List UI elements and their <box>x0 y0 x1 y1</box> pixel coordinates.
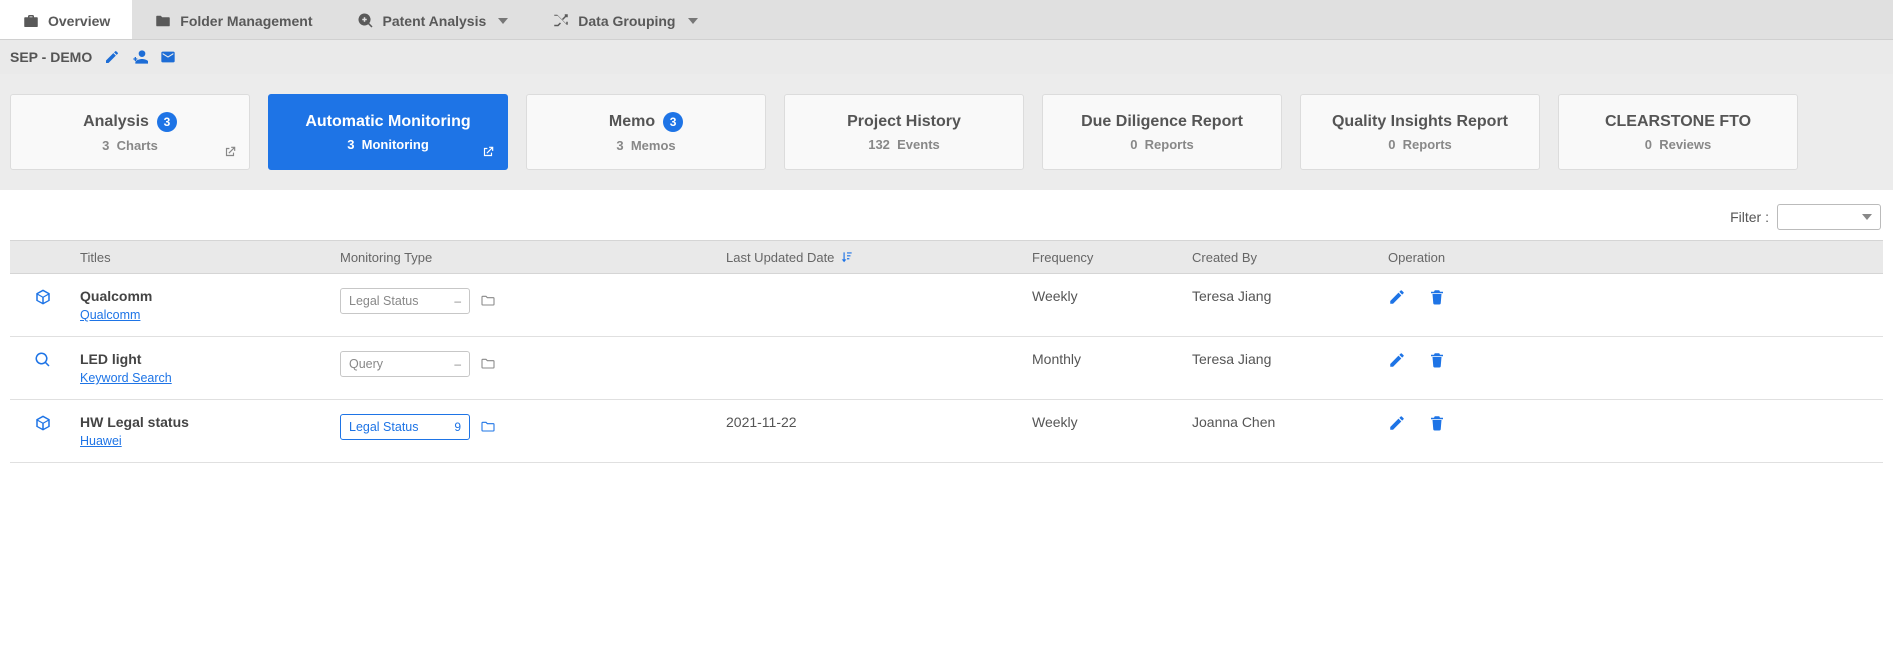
table-row: HW Legal status Huawei Legal Status 9 2021-1… <box>10 400 1883 463</box>
chip-count: – <box>454 294 461 308</box>
th-titles[interactable]: Titles <box>70 250 330 265</box>
row-by: Teresa Jiang <box>1182 288 1378 304</box>
briefcase-icon <box>22 12 40 30</box>
nav-tab-patent[interactable]: Patent Analysis <box>335 2 531 39</box>
mail-icon[interactable] <box>160 49 176 65</box>
monitoring-type-chip[interactable]: Query – <box>340 351 470 377</box>
folder-icon[interactable] <box>480 293 496 309</box>
card-subtitle: 3 Memos <box>616 138 675 153</box>
chip-label: Legal Status <box>349 420 419 434</box>
filter-label: Filter : <box>1730 209 1769 225</box>
card-subtitle: 3 Charts <box>102 138 158 153</box>
monitoring-type-chip[interactable]: Legal Status – <box>340 288 470 314</box>
filter-select[interactable] <box>1777 204 1881 230</box>
table-body: QualcommQualcommLegal Status–WeeklyTeres… <box>10 274 1883 463</box>
card-subtitle: 0 Reports <box>1130 137 1194 152</box>
nav-tab-label: Overview <box>48 13 110 29</box>
edit-icon[interactable] <box>1388 288 1406 306</box>
card-analysis[interactable]: Analysis3 3 Charts <box>10 94 250 170</box>
pencil-icon[interactable] <box>104 49 120 65</box>
card-title: Project History <box>847 113 961 131</box>
trash-icon[interactable] <box>1428 288 1446 306</box>
row-by: Teresa Jiang <box>1182 351 1378 367</box>
nav-tab-folder[interactable]: Folder Management <box>132 2 334 39</box>
th-type[interactable]: Monitoring Type <box>330 250 716 265</box>
card-memo[interactable]: Memo3 3 Memos <box>526 94 766 170</box>
th-by[interactable]: Created By <box>1182 250 1378 265</box>
add-user-icon[interactable] <box>132 49 148 65</box>
card-title: Memo3 <box>609 112 683 132</box>
card-title: CLEARSTONE FTO <box>1605 113 1751 131</box>
sort-desc-icon <box>840 250 854 264</box>
monitoring-table: Titles Monitoring Type Last Updated Date… <box>10 240 1883 463</box>
card-title: Analysis3 <box>83 112 177 132</box>
magnify-plus-icon <box>357 12 375 30</box>
nav-tab-label: Folder Management <box>180 13 312 29</box>
th-op: Operation <box>1378 250 1883 265</box>
th-date-label: Last Updated Date <box>726 250 834 265</box>
cube-icon <box>34 288 52 306</box>
count-badge: 3 <box>663 112 683 132</box>
folder-icon[interactable] <box>480 356 496 372</box>
card-row: Analysis3 3 Charts Automatic Monitoring 3 M… <box>10 94 1883 170</box>
external-link-icon[interactable] <box>481 145 495 159</box>
row-sublink[interactable]: Qualcomm <box>80 308 330 322</box>
chevron-down-icon <box>498 18 508 24</box>
table-row: Qualcomm Qualcomm Legal Status – WeeklyTeres… <box>10 274 1883 337</box>
card-fto[interactable]: CLEARSTONE FTO 0 Reviews <box>1558 94 1798 170</box>
th-date[interactable]: Last Updated Date <box>716 250 1022 265</box>
nav-tab-overview[interactable]: Overview <box>0 0 132 39</box>
monitoring-type-chip[interactable]: Legal Status 9 <box>340 414 470 440</box>
nav-tab-group[interactable]: Data Grouping <box>530 2 719 39</box>
folder-tab-icon <box>154 12 172 30</box>
chevron-down-icon <box>1862 214 1872 220</box>
row-freq: Weekly <box>1022 288 1182 304</box>
chip-count: – <box>454 357 461 371</box>
card-subtitle: 0 Reviews <box>1645 137 1712 152</box>
card-subtitle: 132 Events <box>868 137 940 152</box>
row-sublink[interactable]: Keyword Search <box>80 371 330 385</box>
filter-bar: Filter : <box>0 190 1893 240</box>
count-badge: 3 <box>157 112 177 132</box>
project-bar: SEP - DEMO <box>0 40 1893 74</box>
folder-icon[interactable] <box>480 419 496 435</box>
card-dd[interactable]: Due Diligence Report 0 Reports <box>1042 94 1282 170</box>
table-row: LED light Keyword Search Query – MonthlyTere… <box>10 337 1883 400</box>
card-history[interactable]: Project History 132 Events <box>784 94 1024 170</box>
row-by: Joanna Chen <box>1182 414 1378 430</box>
chevron-down-icon <box>688 18 698 24</box>
card-title: Quality Insights Report <box>1332 113 1508 131</box>
row-title: LED light <box>80 351 330 367</box>
card-area: Analysis3 3 Charts Automatic Monitoring 3 M… <box>0 74 1893 190</box>
th-freq[interactable]: Frequency <box>1022 250 1182 265</box>
cube-icon <box>34 414 52 432</box>
external-link-icon[interactable] <box>223 145 237 159</box>
chip-label: Query <box>349 357 383 371</box>
card-monitoring[interactable]: Automatic Monitoring 3 Monitoring <box>268 94 508 170</box>
row-date: 2021-11-22 <box>716 414 1022 430</box>
shuffle-icon <box>552 12 570 30</box>
trash-icon[interactable] <box>1428 351 1446 369</box>
edit-icon[interactable] <box>1388 351 1406 369</box>
chip-label: Legal Status <box>349 294 419 308</box>
card-title: Automatic Monitoring <box>305 113 470 131</box>
row-title: HW Legal status <box>80 414 330 430</box>
trash-icon[interactable] <box>1428 414 1446 432</box>
nav-tab-label: Patent Analysis <box>383 13 487 29</box>
row-freq: Weekly <box>1022 414 1182 430</box>
table-header: Titles Monitoring Type Last Updated Date… <box>10 240 1883 274</box>
card-title: Due Diligence Report <box>1081 113 1243 131</box>
card-subtitle: 0 Reports <box>1388 137 1452 152</box>
nav-tabs: Overview Folder Management Patent Analysis… <box>0 0 1893 40</box>
card-qi[interactable]: Quality Insights Report 0 Reports <box>1300 94 1540 170</box>
row-title: Qualcomm <box>80 288 330 304</box>
row-freq: Monthly <box>1022 351 1182 367</box>
row-sublink[interactable]: Huawei <box>80 434 330 448</box>
project-name: SEP - DEMO <box>10 49 92 65</box>
search-icon <box>34 351 52 369</box>
edit-icon[interactable] <box>1388 414 1406 432</box>
nav-tab-label: Data Grouping <box>578 13 675 29</box>
chip-count: 9 <box>454 420 461 434</box>
card-subtitle: 3 Monitoring <box>347 137 429 152</box>
